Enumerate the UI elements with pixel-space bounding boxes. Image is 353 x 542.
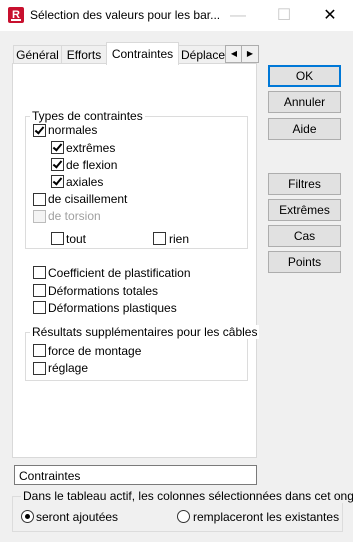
tout-label: tout [66, 232, 87, 246]
force-montage-checkbox[interactable] [33, 344, 46, 357]
annuler-button[interactable]: Annuler [268, 91, 341, 113]
reglage-label: réglage [48, 361, 89, 375]
close-button[interactable]: ✕ [307, 0, 353, 31]
rien-label: rien [169, 232, 190, 246]
extremes-label: extrêmes [66, 141, 116, 155]
torsion-checkbox[interactable] [33, 210, 46, 223]
cas-button[interactable]: Cas [268, 225, 341, 247]
app-logo-icon: R [8, 7, 24, 23]
deformations-plastiques-label: Déformations plastiques [48, 301, 177, 315]
torsion-label: de torsion [48, 209, 101, 223]
extremes-button[interactable]: Extrêmes [268, 199, 341, 221]
deformations-plastiques-checkbox[interactable] [33, 301, 46, 314]
normales-label: normales [48, 123, 98, 137]
points-button[interactable]: Points [268, 251, 341, 273]
tab-deplacements[interactable]: Déplacen [178, 45, 230, 64]
axiales-label: axiales [66, 175, 104, 189]
normales-checkbox[interactable] [33, 124, 46, 137]
tab-efforts[interactable]: Efforts [61, 45, 107, 64]
minimize-button[interactable]: — [215, 0, 261, 31]
plastification-checkbox[interactable] [33, 266, 46, 279]
tout-checkbox[interactable] [51, 232, 64, 245]
remplaceront-label: remplaceront les existantes [193, 510, 340, 524]
deformations-totales-checkbox[interactable] [33, 284, 46, 297]
cisaillement-checkbox[interactable] [33, 193, 46, 206]
ok-button[interactable]: OK [268, 65, 341, 87]
extremes-checkbox[interactable] [51, 141, 64, 154]
tab-general[interactable]: Général [13, 45, 62, 64]
axiales-checkbox[interactable] [51, 175, 64, 188]
maximize-button[interactable]: ☐ [261, 0, 307, 31]
force-montage-label: force de montage [48, 344, 142, 358]
tab-scroll-right-button[interactable]: ▶ [241, 45, 259, 63]
deformations-totales-label: Déformations totales [48, 284, 159, 298]
tab-contraintes[interactable]: Contraintes [106, 42, 179, 65]
title-bar[interactable]: R Sélection des valeurs pour les bar... … [0, 0, 353, 32]
remplaceront-radio[interactable] [177, 510, 190, 523]
selection-name-field[interactable]: Contraintes [14, 465, 257, 485]
flexion-checkbox[interactable] [51, 158, 64, 171]
flexion-label: de flexion [66, 158, 118, 172]
window-title: Sélection des valeurs pour les bar... [30, 8, 221, 22]
plastification-label: Coefficient de plastification [48, 266, 191, 280]
constraint-types-group-label: Types de contraintes [30, 109, 145, 123]
seront-ajoutees-label: seront ajoutées [36, 510, 119, 524]
rien-checkbox[interactable] [153, 232, 166, 245]
reglage-checkbox[interactable] [33, 362, 46, 375]
cisaillement-label: de cisaillement [48, 192, 128, 206]
table-columns-group-label: Dans le tableau actif, les colonnes séle… [21, 489, 353, 503]
seront-ajoutees-radio[interactable] [21, 510, 34, 523]
filtres-button[interactable]: Filtres [268, 173, 341, 195]
aide-button[interactable]: Aide [268, 118, 341, 140]
cables-results-group-label: Résultats supplémentaires pour les câble… [30, 325, 260, 339]
